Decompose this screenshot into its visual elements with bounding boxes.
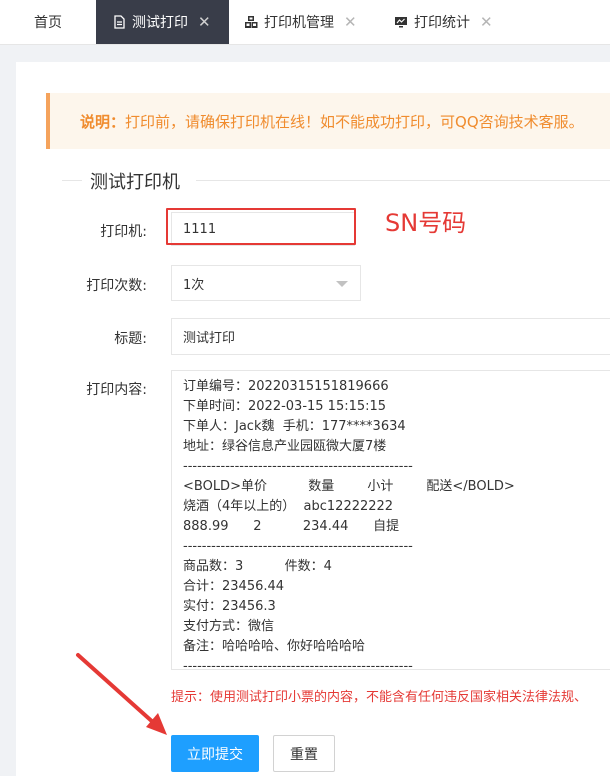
notice-banner: 说明： 打印前，请确保打印机在线！如不能成功打印，可QQ咨询技术客服。 — [46, 93, 610, 149]
content-line: 实付：23456.3 — [183, 599, 276, 614]
tab-test-print[interactable]: 测试打印 ✕ — [96, 0, 229, 44]
notice-label: 说明： — [80, 112, 126, 131]
content-line: 下单人：Jack魏 手机：177****3634 — [183, 419, 406, 434]
title-value: 测试打印 — [183, 331, 236, 346]
print-times-value: 1次 — [183, 277, 205, 293]
content-label: 打印内容: — [86, 382, 147, 398]
close-icon[interactable]: ✕ — [344, 13, 357, 31]
divider — [62, 180, 82, 181]
content-line: 888.99 2 234.44 自提 — [183, 519, 400, 534]
content-line: 地址：绿谷信息产业园瓯微大厦7楼 — [183, 439, 387, 454]
content-line: 烧酒（4年以上的） abc12222222 — [183, 499, 394, 514]
content-line: ----------------------------------------… — [183, 459, 413, 474]
content-line: <BOLD>单价 数量 小计 配送</BOLD> — [183, 479, 515, 494]
print-times-label: 打印次数: — [86, 278, 147, 294]
title-input[interactable]: 测试打印 — [171, 318, 610, 355]
printer-label: 打印机: — [100, 224, 147, 240]
tab-home-label: 首页 — [34, 15, 62, 31]
content-line: 支付方式：微信 — [183, 619, 275, 634]
content-line: 下单时间：2022-03-15 15:15:15 — [183, 399, 387, 414]
document-icon — [112, 15, 126, 29]
tab-bar: 首页 测试打印 ✕ 打印机管理 ✕ 打印统计 ✕ — [0, 0, 610, 45]
tab-print-stats-label: 打印统计 — [414, 15, 470, 31]
monitor-icon — [394, 15, 408, 29]
close-icon[interactable]: ✕ — [480, 13, 493, 31]
section-title: 测试打印机 — [90, 172, 180, 193]
print-content-textarea[interactable]: 订单编号：20220315151819666 下单时间：2022-03-15 1… — [171, 370, 610, 670]
tab-home[interactable]: 首页 — [0, 0, 96, 44]
annotation-highlight-box — [166, 208, 356, 245]
sn-annotation: SN号码 — [385, 209, 467, 237]
submit-button[interactable]: 立即提交 — [171, 735, 259, 772]
tab-printer-manage-label: 打印机管理 — [264, 15, 334, 31]
reset-button[interactable]: 重置 — [273, 735, 335, 772]
tab-printer-manage[interactable]: 打印机管理 ✕ — [244, 0, 374, 44]
title-label: 标题: — [114, 331, 147, 347]
print-times-select[interactable]: 1次 — [171, 265, 361, 301]
legal-hint: 提示：使用测试打印小票的内容，不能含有任何违反国家相关法律法规、 — [171, 690, 588, 705]
content-line: 备注：哈哈哈哈、你好哈哈哈哈 — [183, 639, 366, 654]
content-line: ----------------------------------------… — [183, 539, 413, 554]
content-line: 商品数：3 件数：4 — [183, 559, 332, 574]
caret-down-icon — [336, 281, 348, 287]
notice-message: 打印前，请确保打印机在线！如不能成功打印，可QQ咨询技术客服。 — [125, 112, 584, 131]
close-icon[interactable]: ✕ — [198, 13, 211, 31]
cubes-icon — [244, 15, 258, 29]
tab-print-stats[interactable]: 打印统计 ✕ — [394, 0, 504, 44]
content-line: 订单编号：20220315151819666 — [183, 379, 389, 394]
tab-test-print-label: 测试打印 — [132, 15, 188, 31]
content-line: ----------------------------------------… — [183, 659, 413, 670]
divider — [196, 180, 610, 181]
content-line: 合计：23456.44 — [183, 579, 285, 594]
